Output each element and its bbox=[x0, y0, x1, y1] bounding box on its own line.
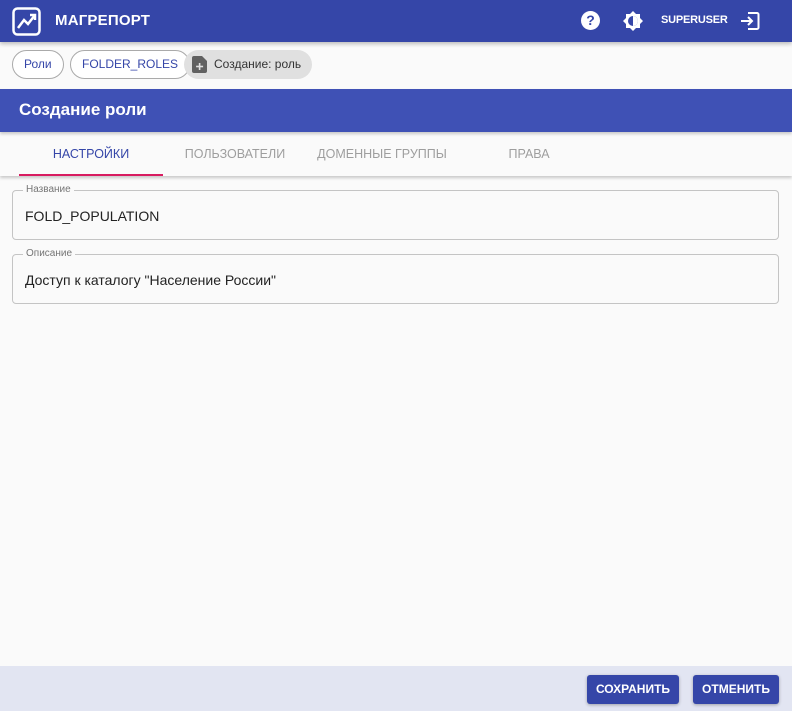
tab-bar: НАСТРОЙКИ ПОЛЬЗОВАТЕЛИ ДОМЕННЫЕ ГРУППЫ П… bbox=[0, 132, 792, 176]
page-header: Создание роли bbox=[0, 89, 792, 132]
save-button[interactable]: СОХРАНИТЬ bbox=[587, 675, 679, 704]
app-title: МАГРЕПОРТ bbox=[55, 12, 151, 29]
help-icon[interactable]: ? bbox=[581, 11, 600, 30]
page-title: Создание роли bbox=[19, 100, 147, 119]
app-bar: МАГРЕПОРТ ? SUPERUSER bbox=[0, 0, 792, 42]
app-logo-icon[interactable] bbox=[12, 7, 41, 36]
name-field[interactable]: Название FOLD_POPULATION bbox=[12, 184, 779, 240]
description-field[interactable]: Описание Доступ к каталогу "Население Ро… bbox=[12, 248, 779, 304]
brightness-icon[interactable] bbox=[622, 10, 644, 32]
breadcrumb-item-folder-roles[interactable]: FOLDER_ROLES bbox=[70, 50, 191, 79]
description-field-label: Описание bbox=[23, 248, 76, 259]
breadcrumb-item-roles[interactable]: Роли bbox=[12, 50, 64, 79]
logout-icon[interactable] bbox=[740, 11, 760, 31]
new-document-icon bbox=[192, 56, 207, 73]
breadcrumb: Роли FOLDER_ROLES Создание: роль bbox=[0, 42, 792, 89]
user-name[interactable]: SUPERUSER bbox=[661, 14, 728, 26]
cancel-button[interactable]: ОТМЕНИТЬ bbox=[693, 675, 779, 704]
tab-settings[interactable]: НАСТРОЙКИ bbox=[19, 132, 163, 176]
name-field-value[interactable]: FOLD_POPULATION bbox=[25, 208, 159, 224]
tab-domain-groups[interactable]: ДОМЕННЫЕ ГРУППЫ bbox=[307, 132, 457, 176]
description-field-value[interactable]: Доступ к каталогу "Население России" bbox=[25, 272, 276, 288]
name-field-label: Название bbox=[23, 184, 74, 195]
breadcrumb-item-label: Создание: роль bbox=[214, 57, 302, 71]
footer-bar: СОХРАНИТЬ ОТМЕНИТЬ bbox=[0, 666, 792, 711]
tab-users[interactable]: ПОЛЬЗОВАТЕЛИ bbox=[163, 132, 307, 176]
tab-rights[interactable]: ПРАВА bbox=[457, 132, 601, 176]
breadcrumb-item-create-role[interactable]: Создание: роль bbox=[184, 50, 313, 79]
